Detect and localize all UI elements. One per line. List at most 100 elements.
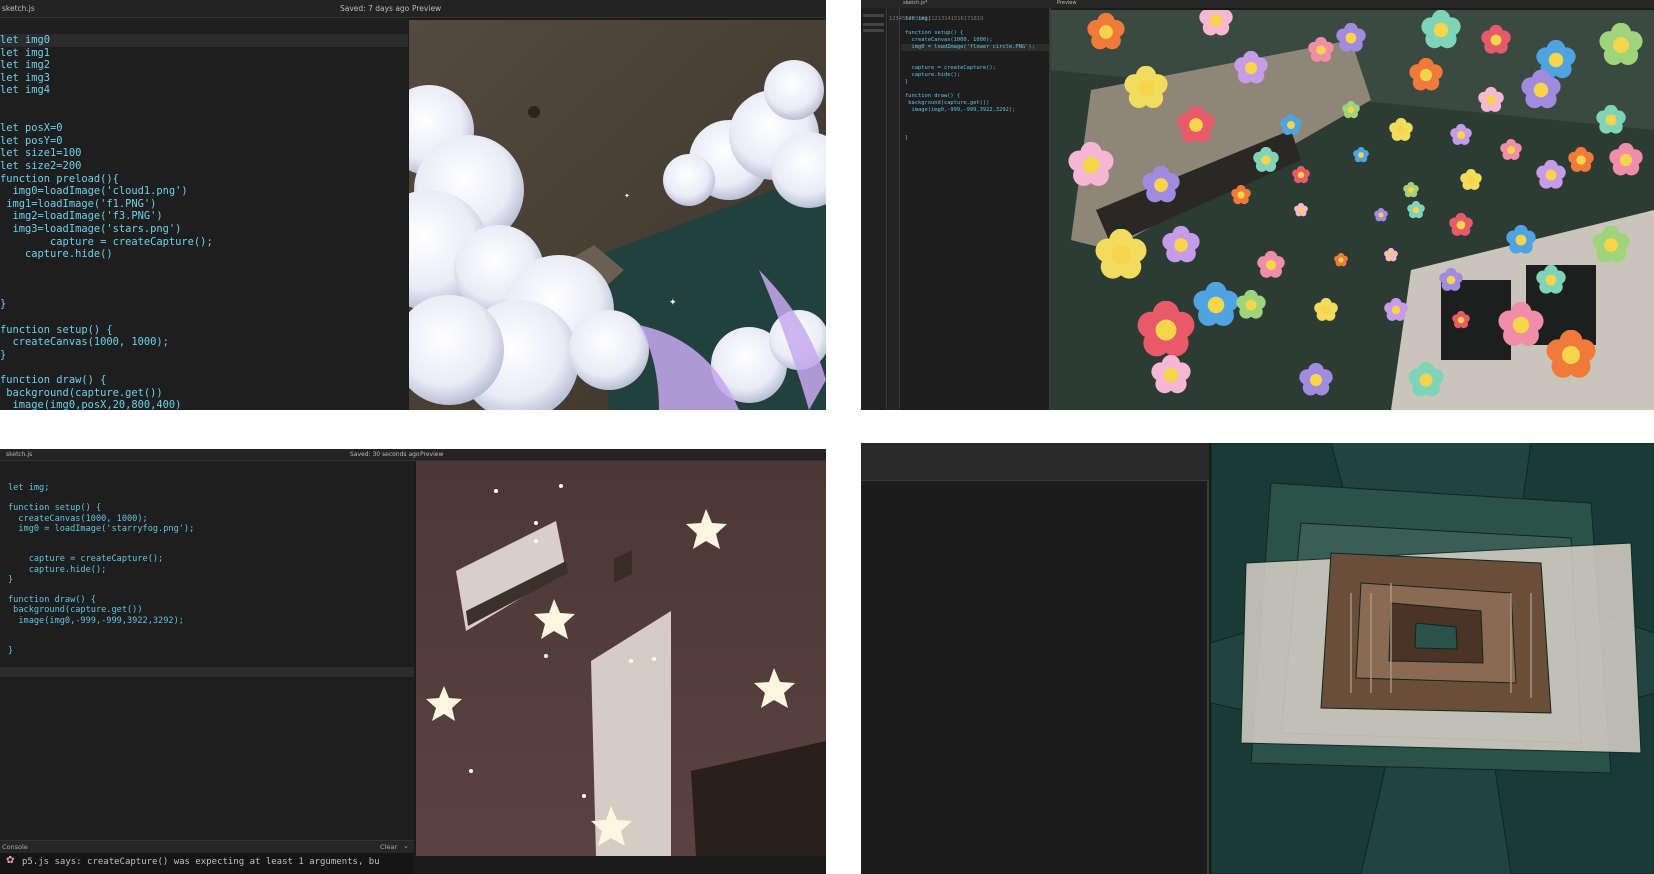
code-line[interactable]: let img3 — [0, 72, 213, 85]
code-line[interactable]: background(capture.get()) — [0, 387, 213, 400]
saved-status: Saved: 30 seconds ago — [350, 451, 420, 458]
code-line[interactable]: function setup() { — [905, 30, 1035, 37]
code-line[interactable]: capture.hide() — [0, 248, 213, 261]
code-text[interactable]: let img0 let img1 let img2 let img3 let img4… — [0, 34, 213, 410]
code-line[interactable]: let img4 — [0, 84, 213, 97]
code-line[interactable] — [905, 114, 1035, 121]
code-line[interactable]: img0 = loadImage('flower circle.PNG'); — [905, 44, 1034, 51]
code-line[interactable] — [8, 636, 194, 646]
code-editor[interactable] — [861, 443, 1209, 874]
code-line[interactable]: img3=loadImage('stars.png') — [0, 223, 213, 236]
code-line[interactable]: capture.hide(); — [8, 565, 194, 575]
code-line[interactable]: background(capture.get()) — [905, 100, 1035, 107]
code-line[interactable] — [0, 361, 213, 374]
panel-tunnel-sketch — [861, 443, 1654, 874]
code-line[interactable]: let img; — [8, 483, 194, 493]
camera-tunnel-image — [1210, 443, 1654, 874]
code-line[interactable]: let img0 — [0, 34, 213, 47]
console-message: p5.js says: createCapture() was expectin… — [22, 857, 380, 867]
sketch-preview: ✦ ✦ — [369, 20, 826, 410]
clear-button[interactable]: Clear — [380, 843, 397, 851]
code-line[interactable]: } — [8, 646, 194, 656]
code-line[interactable] — [0, 110, 213, 123]
editor-header — [861, 443, 1209, 481]
console-label: Console — [2, 843, 28, 851]
code-line[interactable]: img0 = loadImage('starryfog.png'); — [8, 524, 194, 534]
code-line[interactable]: background(capture.get()) — [8, 605, 194, 615]
editor-header: sketch.js* Preview — [861, 0, 1654, 8]
code-line[interactable]: let img1 — [0, 47, 213, 60]
code-line[interactable] — [0, 97, 213, 110]
code-line[interactable]: let size1=100 — [0, 147, 213, 160]
console-panel: Console Clear ⌄ ✿ p5.js says: createCapt… — [0, 840, 414, 874]
code-line[interactable]: capture = createCapture(); — [0, 236, 213, 249]
svg-text:✦: ✦ — [624, 192, 630, 200]
code-line[interactable]: let size2=200 — [0, 160, 213, 173]
code-line[interactable] — [905, 23, 1035, 30]
code-line[interactable]: } — [0, 349, 213, 362]
code-line[interactable]: let img2 — [0, 59, 213, 72]
code-line[interactable]: image(img0,-999,-999,3922,3292); — [8, 616, 194, 626]
code-line[interactable]: img2=loadImage('f3.PNG') — [0, 210, 213, 223]
code-line[interactable] — [905, 86, 1035, 93]
code-line[interactable]: capture = createCapture(); — [8, 554, 194, 564]
code-line[interactable]: } — [905, 135, 1035, 142]
code-line[interactable] — [8, 626, 194, 636]
code-line[interactable] — [0, 261, 213, 274]
file-tab[interactable]: sketch.js* — [903, 0, 927, 6]
code-line[interactable]: let img; — [905, 16, 1035, 23]
panel-stars-sketch: sketch.js Saved: 30 seconds ago Preview … — [0, 443, 826, 874]
sketch-preview — [416, 461, 826, 856]
code-line[interactable]: } — [0, 298, 213, 311]
console-header: Console Clear ⌄ — [0, 841, 414, 853]
code-line[interactable] — [905, 58, 1035, 65]
preview-label: Preview — [412, 4, 442, 13]
line-numbers: 12345678910111213141516171819 — [889, 16, 983, 23]
file-tab[interactable]: sketch.js — [6, 451, 32, 458]
code-line[interactable] — [905, 121, 1035, 128]
code-line[interactable] — [8, 585, 194, 595]
code-line[interactable] — [0, 286, 213, 299]
file-sidebar[interactable] — [861, 8, 887, 410]
code-line[interactable]: function draw() { — [8, 595, 194, 605]
code-line[interactable]: img1=loadImage('f1.PNG') — [0, 198, 213, 211]
code-line[interactable]: } — [8, 575, 194, 585]
code-line[interactable] — [8, 544, 194, 554]
code-line[interactable]: } — [905, 79, 1035, 86]
svg-text:✦: ✦ — [669, 298, 677, 308]
file-tab[interactable]: sketch.js — [2, 4, 35, 13]
camera-flowers-image — [1051, 3, 1654, 410]
code-line[interactable] — [0, 311, 213, 324]
code-text[interactable]: let img; function setup() { createCanvas… — [8, 483, 194, 656]
code-line[interactable]: createCanvas(1000, 1000); — [0, 336, 213, 349]
code-line[interactable] — [8, 534, 194, 544]
code-line[interactable]: function setup() { — [8, 503, 194, 513]
code-line[interactable]: function draw() { — [905, 93, 1035, 100]
code-line[interactable]: let posX=0 — [0, 122, 213, 135]
code-line[interactable]: createCanvas(1000, 1000); — [8, 514, 194, 524]
chevron-down-icon[interactable]: ⌄ — [403, 842, 409, 850]
code-line[interactable]: img0=loadImage('cloud1.png') — [0, 185, 213, 198]
code-line[interactable] — [8, 493, 194, 503]
code-line[interactable]: let posY=0 — [0, 135, 213, 148]
code-line[interactable]: image(img0,-999,-999,3922,3292); — [905, 107, 1035, 114]
sketch-preview — [1051, 3, 1654, 410]
code-text[interactable]: let img; function setup() { createCanvas… — [905, 16, 1035, 149]
code-line[interactable]: function setup() { — [0, 324, 213, 337]
flower-sticker — [1199, 3, 1233, 36]
editor-header: sketch.js Saved: 7 days ago Preview — [0, 0, 826, 18]
saved-status: Saved: 7 days ago — [340, 4, 410, 13]
code-line[interactable] — [0, 273, 213, 286]
code-line[interactable] — [905, 142, 1035, 149]
code-line[interactable]: image(img0,posX,20,800,400) — [0, 399, 213, 410]
code-line[interactable]: function preload(){ — [0, 173, 213, 186]
code-line[interactable]: createCanvas(1000, 1000); — [905, 37, 1035, 44]
editor-header: sketch.js Saved: 30 seconds ago Preview — [0, 449, 826, 461]
code-line[interactable]: function draw() { — [0, 374, 213, 387]
line-gutter — [888, 8, 900, 410]
code-line[interactable] — [905, 128, 1035, 135]
code-line[interactable] — [905, 51, 1035, 58]
code-line[interactable]: capture = createCapture(); — [905, 65, 1035, 72]
code-line[interactable]: capture.hide(); — [905, 72, 1035, 79]
flower-icon: ✿ — [6, 855, 15, 866]
